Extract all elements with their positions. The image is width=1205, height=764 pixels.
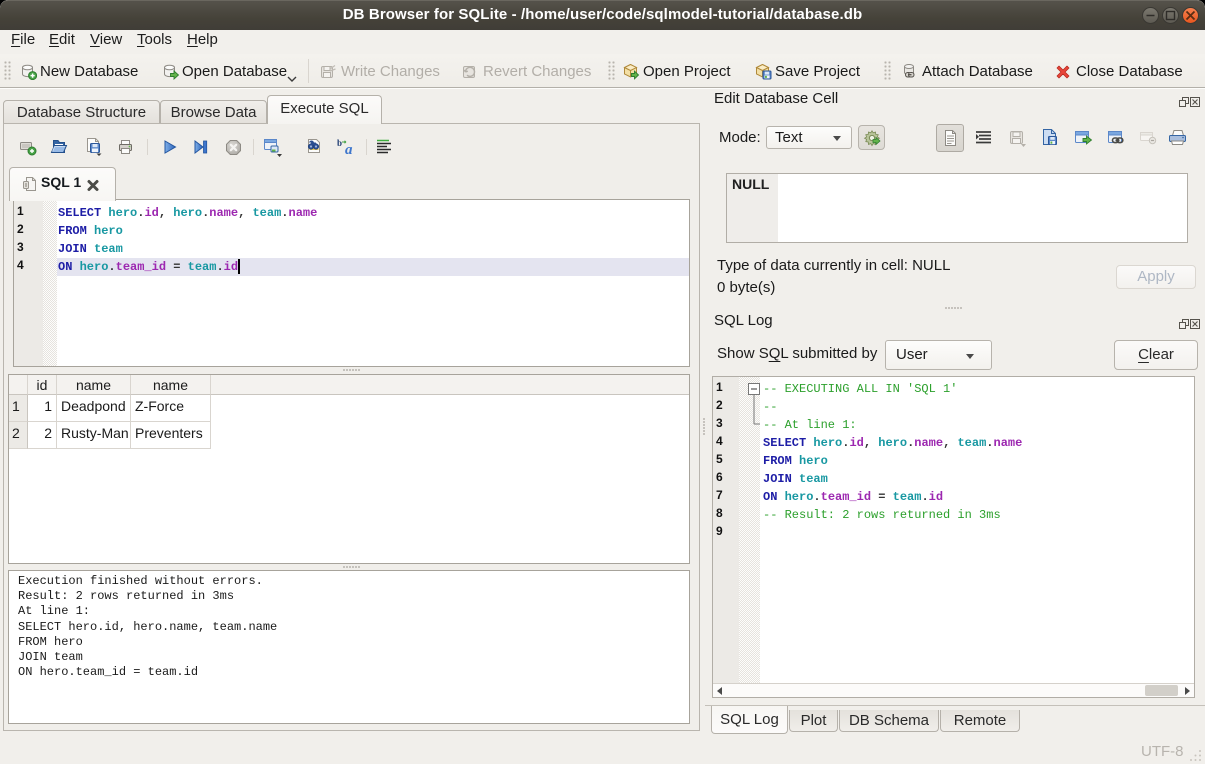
svg-text:a: a <box>345 142 353 156</box>
svg-text:b: b <box>337 138 342 148</box>
